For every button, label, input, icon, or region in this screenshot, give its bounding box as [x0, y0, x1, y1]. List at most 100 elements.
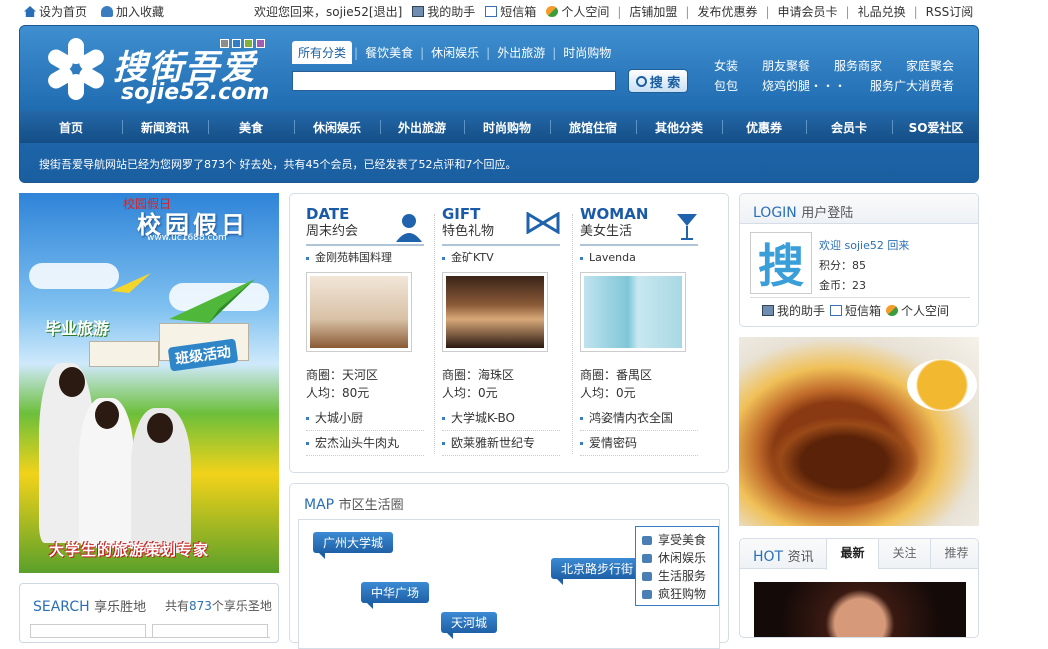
perfume-thumbnail[interactable]	[580, 272, 686, 352]
quick-link-service-merchant[interactable]: 服务商家	[834, 57, 882, 74]
paper-plane-icon	[111, 273, 151, 293]
map-area[interactable]: 广州大学城 北京路步行街 中华广场 天河城 享受美食 休闲娱乐 生活服务 疯狂购…	[298, 519, 720, 649]
favorite-icon	[101, 6, 114, 17]
search-category-tabs: 所有分类 | 餐饮美食 | 休闲娱乐 | 外出旅游 | 时尚购物	[292, 41, 616, 64]
price-text: 人均：0元	[442, 386, 498, 400]
avatar[interactable]: 搜	[750, 232, 812, 294]
area-text: 商圈：海珠区	[442, 368, 515, 382]
quick-link-chicken-leg[interactable]: 烧鸡的腿・・・	[762, 77, 846, 94]
login-welcome: 欢迎 sojie52 回来	[819, 239, 910, 252]
section-top-item[interactable]: Lavenda	[580, 250, 698, 266]
nav-hotel[interactable]: 旅馆住宿	[550, 111, 636, 143]
tab-leisure[interactable]: 休闲娱乐	[426, 42, 484, 63]
tab-follow[interactable]: 关注	[878, 539, 930, 569]
food-advertisement[interactable]	[739, 337, 979, 526]
gift-exchange-link[interactable]: 礼品兑换	[858, 3, 906, 20]
section-title-en: HOT	[753, 549, 784, 565]
theme-swatch-gray[interactable]	[220, 39, 229, 48]
nav-member-card[interactable]: 会员卡	[806, 111, 892, 143]
list-item[interactable]: 大学城K-BO	[442, 406, 560, 431]
section-woman: WOMAN 美女生活 Lavenda 商圈：番禺区 人均：0元 鸿姿情内衣全国 爱…	[580, 206, 698, 456]
nav-news[interactable]: 新闻资讯	[122, 111, 208, 143]
my-helper-link[interactable]: 我的助手	[412, 3, 475, 20]
list-item[interactable]: 鸿姿情内衣全国	[580, 406, 698, 431]
set-homepage-link[interactable]: 设为首页	[24, 3, 87, 20]
section-title-zh: 资讯	[787, 550, 814, 565]
tab-all-categories[interactable]: 所有分类	[292, 41, 353, 64]
section-top-item[interactable]: 金刚苑韩国料理	[306, 250, 424, 266]
quick-link-friends-dinner[interactable]: 朋友聚餐	[762, 57, 810, 74]
legend-service[interactable]: 生活服务	[642, 567, 712, 585]
section-title-en: LOGIN	[753, 205, 797, 221]
student-head	[147, 413, 173, 443]
legend-food[interactable]: 享受美食	[642, 531, 712, 549]
main-nav: 首页 新闻资讯 美食 休闲娱乐 外出旅游 时尚购物 旅馆住宿 其他分类 优惠券 …	[20, 111, 978, 143]
tab-recommend[interactable]: 推荐	[930, 539, 978, 569]
tab-shopping[interactable]: 时尚购物	[558, 42, 616, 63]
map-pin-university-town[interactable]: 广州大学城	[313, 532, 394, 559]
house-shape	[89, 341, 159, 367]
map-pin-zhonghua-plaza[interactable]: 中华广场	[361, 582, 430, 609]
legend-shopping[interactable]: 疯狂购物	[642, 585, 712, 603]
list-item[interactable]: 大城小厨	[306, 406, 424, 431]
search-places-tab[interactable]	[30, 624, 146, 637]
ktv-thumbnail[interactable]	[442, 272, 548, 352]
cart-icon	[642, 590, 652, 599]
nav-food[interactable]: 美食	[208, 111, 294, 143]
inbox-link[interactable]: 短信箱	[485, 3, 536, 20]
search-places-tab[interactable]	[152, 624, 268, 637]
nav-leisure[interactable]: 休闲娱乐	[294, 111, 380, 143]
section-title-en: SEARCH	[33, 599, 90, 615]
section-title-zh: 市区生活圈	[338, 498, 404, 513]
quick-link-bags[interactable]: 包包	[714, 77, 738, 94]
search-button[interactable]: 搜 索	[628, 69, 688, 93]
person-icon	[396, 214, 422, 242]
quick-link-womenswear[interactable]: 女装	[714, 57, 738, 74]
nav-so-community[interactable]: SO爱社区	[892, 111, 978, 143]
search-input[interactable]	[292, 71, 616, 91]
nav-home[interactable]: 首页	[20, 111, 122, 143]
space-icon	[886, 305, 899, 316]
points-text: 积分：85	[819, 259, 866, 272]
restaurant-thumbnail[interactable]	[306, 272, 412, 352]
login-my-helper-link[interactable]: 我的助手	[762, 302, 825, 319]
news-photo[interactable]	[754, 582, 966, 637]
nav-coupon[interactable]: 优惠券	[722, 111, 806, 143]
section-top-item[interactable]: 金矿KTV	[442, 250, 560, 266]
nav-other[interactable]: 其他分类	[636, 111, 722, 143]
map-pin-beijing-road[interactable]: 北京路步行街	[551, 558, 644, 585]
shop-join-link[interactable]: 店铺加盟	[629, 3, 677, 20]
banner-graduation-travel: 毕业旅游	[45, 319, 110, 338]
mail-icon	[485, 6, 498, 17]
camera-icon	[642, 572, 652, 581]
list-item[interactable]: 宏杰汕头牛肉丸	[306, 431, 424, 456]
theme-swatch-green[interactable]	[244, 39, 253, 48]
user-login-panel: LOGIN 用户登陆 搜 欢迎 sojie52 回来 积分：85 金币：23 我…	[739, 193, 979, 327]
post-coupon-link[interactable]: 发布优惠券	[697, 3, 757, 20]
helper-icon	[412, 6, 425, 17]
theme-swatch-purple[interactable]	[256, 39, 265, 48]
tab-travel[interactable]: 外出旅游	[492, 42, 550, 63]
flower-logo-icon	[45, 38, 107, 100]
theme-swatch-blue[interactable]	[232, 39, 241, 48]
rss-link[interactable]: RSS订阅	[926, 3, 974, 20]
quick-link-consumers[interactable]: 服务广大消费者	[870, 77, 954, 94]
login-space-link[interactable]: 个人空间	[886, 302, 949, 319]
quick-link-family-party[interactable]: 家庭聚会	[906, 57, 954, 74]
list-item[interactable]: 欧莱雅新世纪专	[442, 431, 560, 456]
list-item[interactable]: 爱情密码	[580, 431, 698, 456]
tab-latest[interactable]: 最新	[826, 539, 878, 570]
campus-holiday-banner[interactable]: 校园假日 校园假日 www.uc1688.com 毕业旅游 班级活动 大学生的旅…	[19, 193, 279, 573]
add-favorite-link[interactable]: 加入收藏	[101, 3, 164, 20]
map-pin-tianhe-city[interactable]: 天河城	[441, 612, 498, 639]
theme-swatches	[220, 39, 265, 48]
login-inbox-link[interactable]: 短信箱	[830, 302, 881, 319]
student-head	[95, 401, 119, 429]
nav-travel[interactable]: 外出旅游	[380, 111, 464, 143]
tab-dining[interactable]: 餐饮美食	[360, 42, 418, 63]
legend-leisure[interactable]: 休闲娱乐	[642, 549, 712, 567]
apply-card-link[interactable]: 申请会员卡	[778, 3, 838, 20]
sauce-bowl-shape	[907, 359, 977, 411]
nav-shopping[interactable]: 时尚购物	[464, 111, 550, 143]
personal-space-link[interactable]: 个人空间	[546, 3, 609, 20]
